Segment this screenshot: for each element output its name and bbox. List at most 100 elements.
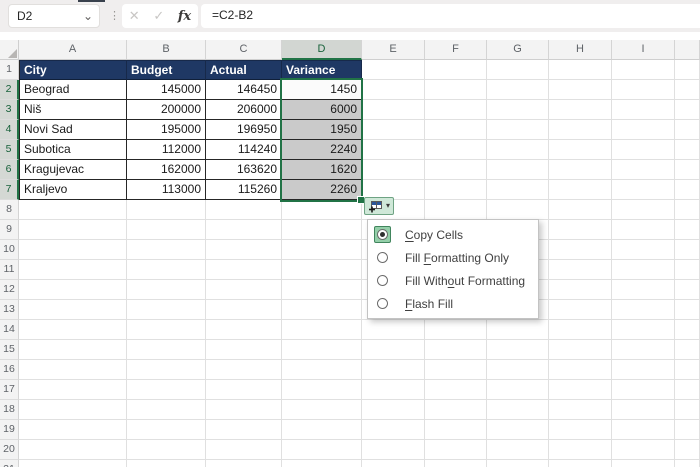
cell-E18[interactable] [362, 400, 425, 420]
cell-H10[interactable] [549, 240, 612, 260]
cell-I2[interactable] [612, 80, 675, 100]
cell-A11[interactable] [19, 260, 127, 280]
cell-I15[interactable] [612, 340, 675, 360]
cell-I10[interactable] [612, 240, 675, 260]
cell-E15[interactable] [362, 340, 425, 360]
cell-H14[interactable] [549, 320, 612, 340]
cell-F19[interactable] [425, 420, 487, 440]
cell-I7[interactable] [612, 180, 675, 200]
row-header-2[interactable]: 2 [0, 80, 19, 100]
cell-B1[interactable]: Budget [127, 60, 206, 80]
cell-A20[interactable] [19, 440, 127, 460]
cell-I1[interactable] [612, 60, 675, 80]
cell-H20[interactable] [549, 440, 612, 460]
cell-F2[interactable] [425, 80, 487, 100]
cell-A15[interactable] [19, 340, 127, 360]
cell-E17[interactable] [362, 380, 425, 400]
cell-H5[interactable] [549, 140, 612, 160]
cell-C8[interactable] [206, 200, 282, 220]
cell-G5[interactable] [487, 140, 549, 160]
cell-F17[interactable] [425, 380, 487, 400]
column-header-A[interactable]: A [19, 40, 127, 60]
row-header-17[interactable]: 17 [0, 380, 19, 400]
column-header-E[interactable]: E [362, 40, 425, 60]
column-header-C[interactable]: C [206, 40, 282, 60]
cell-H9[interactable] [549, 220, 612, 240]
cell-D21[interactable] [282, 460, 362, 467]
cell-H17[interactable] [549, 380, 612, 400]
cell-D4[interactable]: 1950 [282, 120, 362, 140]
cell-G21[interactable] [487, 460, 549, 467]
cell-A9[interactable] [19, 220, 127, 240]
cell-H3[interactable] [549, 100, 612, 120]
cell-B8[interactable] [127, 200, 206, 220]
menu-item-fill-formatting-only[interactable]: Fill Formatting Only [368, 246, 538, 269]
cell-I11[interactable] [612, 260, 675, 280]
cell-F16[interactable] [425, 360, 487, 380]
cell-G19[interactable] [487, 420, 549, 440]
cell-B4[interactable]: 195000 [127, 120, 206, 140]
cell-C7[interactable]: 115260 [206, 180, 282, 200]
cell-H15[interactable] [549, 340, 612, 360]
cell-I18[interactable] [612, 400, 675, 420]
cell-G3[interactable] [487, 100, 549, 120]
cell-I6[interactable] [612, 160, 675, 180]
cell-I21[interactable] [612, 460, 675, 467]
cell-A5[interactable]: Subotica [19, 140, 127, 160]
row-header-12[interactable]: 12 [0, 280, 19, 300]
cell-B21[interactable] [127, 460, 206, 467]
cell-A12[interactable] [19, 280, 127, 300]
cell-A14[interactable] [19, 320, 127, 340]
cell-A6[interactable]: Kragujevac [19, 160, 127, 180]
cell-D5[interactable]: 2240 [282, 140, 362, 160]
cell-C13[interactable] [206, 300, 282, 320]
cell-E6[interactable] [362, 160, 425, 180]
cell-A4[interactable]: Novi Sad [19, 120, 127, 140]
cell-I14[interactable] [612, 320, 675, 340]
cell-H1[interactable] [549, 60, 612, 80]
row-header-21[interactable]: 21 [0, 460, 19, 467]
row-header-11[interactable]: 11 [0, 260, 19, 280]
cell-A13[interactable] [19, 300, 127, 320]
cell-B17[interactable] [127, 380, 206, 400]
cell-C2[interactable]: 146450 [206, 80, 282, 100]
cell-B16[interactable] [127, 360, 206, 380]
cell-A1[interactable]: City [19, 60, 127, 80]
cell-I19[interactable] [612, 420, 675, 440]
cell-B7[interactable]: 113000 [127, 180, 206, 200]
menu-item-copy-cells[interactable]: Copy Cells [368, 223, 538, 246]
cell-B3[interactable]: 200000 [127, 100, 206, 120]
cell-E1[interactable] [362, 60, 425, 80]
cell-C14[interactable] [206, 320, 282, 340]
cell-H8[interactable] [549, 200, 612, 220]
cell-C4[interactable]: 196950 [206, 120, 282, 140]
cell-B15[interactable] [127, 340, 206, 360]
cell-B10[interactable] [127, 240, 206, 260]
row-header-4[interactable]: 4 [0, 120, 19, 140]
cell-H2[interactable] [549, 80, 612, 100]
cell-F14[interactable] [425, 320, 487, 340]
cell-H13[interactable] [549, 300, 612, 320]
cell-A8[interactable] [19, 200, 127, 220]
chevron-down-icon[interactable]: ⌄ [83, 6, 93, 27]
cell-D20[interactable] [282, 440, 362, 460]
cell-A19[interactable] [19, 420, 127, 440]
cell-D10[interactable] [282, 240, 362, 260]
cell-H4[interactable] [549, 120, 612, 140]
row-header-3[interactable]: 3 [0, 100, 19, 120]
cell-F18[interactable] [425, 400, 487, 420]
column-header-F[interactable]: F [425, 40, 487, 60]
cell-B13[interactable] [127, 300, 206, 320]
cell-I12[interactable] [612, 280, 675, 300]
cell-G17[interactable] [487, 380, 549, 400]
cell-D16[interactable] [282, 360, 362, 380]
cell-D13[interactable] [282, 300, 362, 320]
cell-F20[interactable] [425, 440, 487, 460]
cell-B18[interactable] [127, 400, 206, 420]
cell-F21[interactable] [425, 460, 487, 467]
cell-G8[interactable] [487, 200, 549, 220]
row-header-16[interactable]: 16 [0, 360, 19, 380]
cell-A3[interactable]: Niš [19, 100, 127, 120]
cell-D2[interactable]: 1450 [282, 80, 362, 100]
cell-E5[interactable] [362, 140, 425, 160]
